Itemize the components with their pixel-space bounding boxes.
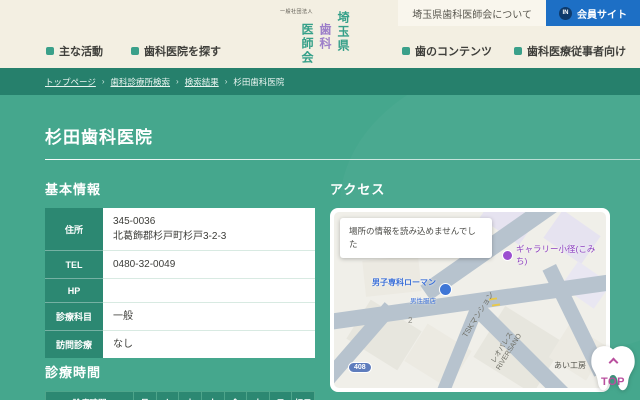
shop-poi-icon bbox=[439, 283, 452, 297]
row-label: 訪問診療 bbox=[45, 330, 103, 358]
row-label: 診療科目 bbox=[45, 302, 103, 331]
logo-org-type: 一般社団法人 bbox=[280, 9, 314, 15]
logo-text-shika: 歯科 bbox=[318, 23, 332, 51]
map-error-message: 場所の情報を読み込めませんでした bbox=[340, 218, 492, 258]
map-label-ai-kobo: あい工房 bbox=[554, 361, 586, 370]
basic-info-table: 住所 345-0036 北葛飾郡杉戸町杉戸3-2-3 TEL 0480-32-0… bbox=[45, 208, 315, 358]
row-label: 住所 bbox=[45, 208, 103, 251]
title-divider bbox=[45, 159, 640, 160]
breadcrumb-home[interactable]: トップページ bbox=[45, 76, 96, 88]
hours-col-mon: 月 bbox=[133, 391, 157, 400]
mens-shop-label: 男子専科ローマン bbox=[372, 278, 436, 287]
table-row: 訪問診療 なし bbox=[45, 330, 315, 358]
tooth-bullet-icon bbox=[514, 47, 522, 55]
gallery-poi-icon bbox=[502, 249, 513, 261]
breadcrumb-separator: › bbox=[176, 77, 179, 86]
row-label: TEL bbox=[45, 250, 103, 279]
hours-col-holiday: 祝日 bbox=[291, 391, 315, 400]
route-408-badge: 408 bbox=[348, 362, 372, 373]
map-container[interactable]: 場所の情報を読み込めませんでした ギャラリー小径(こみち) 男子専科ローマン 男… bbox=[330, 208, 610, 392]
hours-col-header: 診療時間 bbox=[45, 391, 134, 400]
row-value-address: 345-0036 北葛飾郡杉戸町杉戸3-2-3 bbox=[103, 208, 315, 251]
nav-label: 歯科医院を探す bbox=[144, 46, 221, 58]
access-section: アクセス 場所の情報を読み込めませんでした ギャラリー小径(こみち) 男子専科ロ… bbox=[330, 165, 610, 400]
table-row: 住所 345-0036 北葛飾郡杉戸町杉戸3-2-3 bbox=[45, 208, 315, 251]
nav-label: 主な活動 bbox=[59, 46, 103, 58]
hours-table: 診療時間 月 火 水 木 金 土 日 祝日 bbox=[45, 391, 315, 400]
map-poi-gallery[interactable]: ギャラリー小径(こみち) bbox=[502, 243, 606, 267]
top-button-label: TOP bbox=[601, 376, 625, 388]
about-association-link[interactable]: 埼玉県歯科医師会について bbox=[398, 0, 546, 26]
row-value-department: 一般 bbox=[103, 302, 315, 331]
breadcrumb-results[interactable]: 検索結果 bbox=[185, 76, 219, 88]
main-nav-left: 主な活動 歯科医院を探す bbox=[46, 43, 221, 59]
breadcrumb-current: 杉田歯科医院 bbox=[233, 76, 285, 87]
main-content: 杉田歯科医院 基本情報 住所 345-0036 北葛飾郡杉戸町杉戸3-2-3 T… bbox=[0, 95, 640, 400]
site-logo[interactable]: 一般社団法人 埼玉県 歯科 医師会 bbox=[278, 4, 354, 66]
login-icon: IN bbox=[559, 6, 572, 20]
row-value-hp bbox=[103, 278, 315, 303]
hours-col-sun: 日 bbox=[268, 391, 293, 400]
breadcrumb: トップページ › 歯科診療所検索 › 検索結果 › 杉田歯科医院 bbox=[45, 76, 284, 88]
site-header: 埼玉県歯科医師会について IN 会員サイト 一般社団法人 埼玉県 歯科 医師会 … bbox=[0, 0, 640, 68]
basic-info-section: 基本情報 住所 345-0036 北葛飾郡杉戸町杉戸3-2-3 TEL 0480… bbox=[45, 165, 315, 400]
hours-col-tue: 火 bbox=[155, 391, 180, 400]
hours-header-row: 診療時間 月 火 水 木 金 土 日 祝日 bbox=[45, 391, 315, 400]
row-value-visit: なし bbox=[103, 330, 315, 358]
nav-item-find-clinic[interactable]: 歯科医院を探す bbox=[131, 43, 221, 59]
hours-col-thu: 木 bbox=[200, 391, 225, 400]
tooth-bullet-icon bbox=[402, 47, 410, 55]
tooth-bullet-icon bbox=[131, 47, 139, 55]
table-row: TEL 0480-32-0049 bbox=[45, 250, 315, 279]
nav-label: 歯のコンテンツ bbox=[415, 46, 492, 58]
table-row: 診療科目 一般 bbox=[45, 302, 315, 331]
breadcrumb-bar: トップページ › 歯科診療所検索 › 検索結果 › 杉田歯科医院 bbox=[0, 68, 640, 95]
logo-text-ishikai: 医師会 bbox=[300, 23, 314, 65]
nav-item-activities[interactable]: 主な活動 bbox=[46, 43, 103, 59]
logo-text-saitama: 埼玉県 bbox=[336, 11, 350, 53]
hours-col-sat: 土 bbox=[246, 391, 270, 400]
page-title: 杉田歯科医院 bbox=[45, 128, 153, 147]
member-site-button[interactable]: IN 会員サイト bbox=[546, 0, 640, 26]
row-value-tel: 0480-32-0049 bbox=[103, 250, 315, 279]
nav-item-professionals[interactable]: 歯科医療従事者向け bbox=[514, 43, 626, 59]
nav-label: 歯科医療従事者向け bbox=[527, 46, 626, 58]
row-label: HP bbox=[45, 278, 103, 303]
table-row: HP bbox=[45, 278, 315, 303]
chevron-up-icon bbox=[608, 357, 618, 368]
utility-bar: 埼玉県歯科医師会について IN 会員サイト bbox=[398, 0, 640, 26]
google-map[interactable]: 場所の情報を読み込めませんでした ギャラリー小径(こみち) 男子専科ローマン 男… bbox=[334, 212, 606, 388]
breadcrumb-separator: › bbox=[101, 77, 105, 86]
tooth-bullet-icon bbox=[46, 47, 54, 55]
mens-shop-sublabel: 男性服店 bbox=[410, 297, 436, 305]
gallery-poi-label: ギャラリー小径(こみち) bbox=[516, 244, 596, 266]
main-nav-right: 歯のコンテンツ 歯科医療従事者向け bbox=[402, 43, 626, 59]
back-to-top-button[interactable]: TOP bbox=[586, 340, 640, 398]
map-poi-mens-shop[interactable]: 男子専科ローマン 男性服店 bbox=[372, 272, 452, 307]
breadcrumb-separator: › bbox=[224, 77, 228, 86]
access-heading: アクセス bbox=[330, 182, 386, 197]
basic-info-heading: 基本情報 bbox=[45, 182, 102, 197]
breadcrumb-search[interactable]: 歯科診療所検索 bbox=[111, 76, 171, 88]
hours-heading: 診療時間 bbox=[45, 365, 102, 380]
map-building-number: 2 bbox=[408, 316, 413, 325]
nav-item-tooth-contents[interactable]: 歯のコンテンツ bbox=[402, 43, 492, 59]
member-site-label: 会員サイト bbox=[577, 9, 627, 21]
hours-col-fri: 金 bbox=[223, 391, 248, 400]
hours-col-wed: 水 bbox=[178, 391, 202, 400]
